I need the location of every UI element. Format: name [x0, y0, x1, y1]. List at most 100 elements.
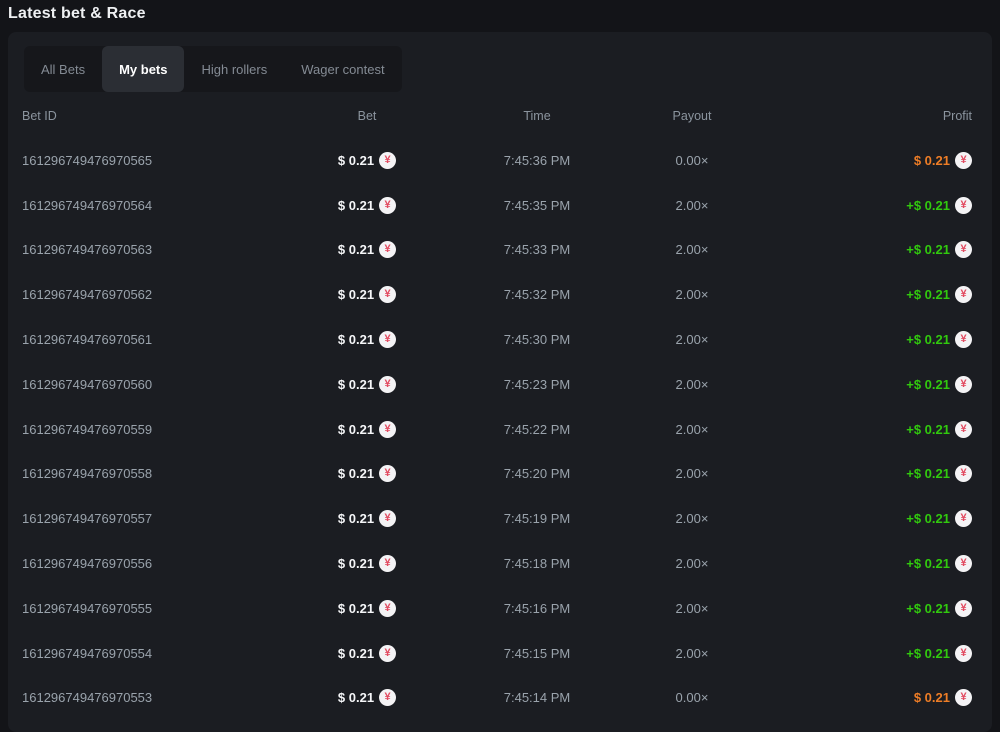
yen-coin-icon: ¥: [379, 465, 396, 482]
yen-coin-icon: ¥: [955, 241, 972, 258]
yen-coin-icon: ¥: [379, 555, 396, 572]
profit-amount: +$ 0.21: [906, 198, 950, 213]
bet-amount-cell: $ 0.21¥: [292, 465, 442, 482]
column-header-bet: Bet: [292, 109, 442, 123]
yen-coin-icon: ¥: [955, 421, 972, 438]
table-row[interactable]: 161296749476970562$ 0.21¥7:45:32 PM2.00×…: [22, 272, 972, 317]
bet-amount-cell: $ 0.21¥: [292, 510, 442, 527]
bet-id-cell: 161296749476970558: [22, 466, 292, 481]
table-row[interactable]: 161296749476970565$ 0.21¥7:45:36 PM0.00×…: [22, 138, 972, 183]
bet-amount: $ 0.21: [338, 153, 374, 168]
yen-coin-icon: ¥: [379, 376, 396, 393]
bet-amount: $ 0.21: [338, 287, 374, 302]
yen-coin-icon: ¥: [379, 645, 396, 662]
profit-amount: +$ 0.21: [906, 377, 950, 392]
table-header-row: Bet ID Bet Time Payout Profit: [22, 94, 972, 138]
time-cell: 7:45:33 PM: [442, 242, 632, 257]
yen-coin-icon: ¥: [955, 645, 972, 662]
latest-bet-panel: All BetsMy betsHigh rollersWager contest…: [8, 32, 992, 732]
bet-amount: $ 0.21: [338, 646, 374, 661]
table-row[interactable]: 161296749476970560$ 0.21¥7:45:23 PM2.00×…: [22, 362, 972, 407]
bet-amount-cell: $ 0.21¥: [292, 152, 442, 169]
table-row[interactable]: 161296749476970558$ 0.21¥7:45:20 PM2.00×…: [22, 452, 972, 497]
payout-cell: 2.00×: [632, 646, 752, 661]
time-cell: 7:45:22 PM: [442, 422, 632, 437]
yen-coin-icon: ¥: [955, 286, 972, 303]
yen-coin-icon: ¥: [955, 152, 972, 169]
payout-cell: 2.00×: [632, 422, 752, 437]
profit-cell: +$ 0.21 ¥: [752, 421, 972, 438]
bet-id-cell: 161296749476970562: [22, 287, 292, 302]
bet-amount: $ 0.21: [338, 556, 374, 571]
profit-cell: +$ 0.21¥: [752, 331, 972, 348]
time-cell: 7:45:36 PM: [442, 153, 632, 168]
bet-amount-cell: $ 0.21 ¥: [292, 197, 442, 214]
time-cell: 7:45:23 PM: [442, 377, 632, 392]
table-row[interactable]: 161296749476970555$ 0.21¥7:45:16 PM2.00×…: [22, 586, 972, 631]
yen-coin-icon: ¥: [379, 600, 396, 617]
yen-coin-icon: ¥: [955, 510, 972, 527]
table-row[interactable]: 161296749476970556 $ 0.21 ¥7:45:18 PM2.00×…: [22, 541, 972, 586]
time-cell: 7:45:18 PM: [442, 556, 632, 571]
tab-all-bets[interactable]: All Bets: [24, 46, 102, 92]
time-cell: 7:45:35 PM: [442, 198, 632, 213]
bet-amount: $ 0.21: [338, 511, 374, 526]
bet-amount-cell: $ 0.21¥: [292, 241, 442, 258]
tab-high-rollers[interactable]: High rollers: [184, 46, 284, 92]
table-row[interactable]: 161296749476970554$ 0.21¥7:45:15 PM2.00×…: [22, 631, 972, 676]
bet-amount: $ 0.21: [338, 377, 374, 392]
profit-cell: +$ 0.21 ¥: [752, 555, 972, 572]
yen-coin-icon: ¥: [955, 465, 972, 482]
column-header-payout: Payout: [632, 109, 752, 123]
table-row[interactable]: 161296749476970557$ 0.21¥7:45:19 PM2.00×…: [22, 496, 972, 541]
column-header-bet-id: Bet ID: [22, 109, 292, 123]
profit-cell: +$ 0.21¥: [752, 376, 972, 393]
yen-coin-icon: ¥: [955, 555, 972, 572]
profit-amount: +$ 0.21: [906, 556, 950, 571]
bet-amount: $ 0.21: [338, 422, 374, 437]
tab-my-bets[interactable]: My bets: [102, 46, 184, 92]
yen-coin-icon: ¥: [379, 331, 396, 348]
bet-id-cell: 161296749476970559: [22, 422, 292, 437]
table-row[interactable]: 161296749476970563$ 0.21¥7:45:33 PM2.00×…: [22, 228, 972, 273]
profit-amount: +$ 0.21: [906, 646, 950, 661]
profit-amount: +$ 0.21: [906, 422, 950, 437]
bet-amount-cell: $ 0.21 ¥: [292, 286, 442, 303]
profit-amount: +$ 0.21: [906, 466, 950, 481]
bet-id-cell: 161296749476970554: [22, 646, 292, 661]
bet-id-cell: 161296749476970557: [22, 511, 292, 526]
yen-coin-icon: ¥: [955, 331, 972, 348]
bet-id-cell: 161296749476970556: [22, 556, 292, 571]
yen-coin-icon: ¥: [379, 421, 396, 438]
table-row[interactable]: 161296749476970561$ 0.21¥7:45:30 PM2.00×…: [22, 317, 972, 362]
yen-coin-icon: ¥: [955, 197, 972, 214]
payout-cell: 2.00×: [632, 377, 752, 392]
payout-cell: 2.00×: [632, 556, 752, 571]
yen-coin-icon: ¥: [955, 600, 972, 617]
bet-amount-cell: $ 0.21 ¥: [292, 555, 442, 572]
page-title: Latest bet & Race: [0, 0, 1000, 27]
bet-id-cell: 161296749476970555: [22, 601, 292, 616]
profit-cell: $ 0.21¥: [752, 152, 972, 169]
yen-coin-icon: ¥: [379, 197, 396, 214]
table-row[interactable]: 161296749476970564$ 0.21¥7:45:35 PM2.00×…: [22, 183, 972, 228]
table-row[interactable]: 161296749476970559 $ 0.21 ¥7:45:22 PM2.00×…: [22, 407, 972, 452]
payout-cell: 2.00×: [632, 511, 752, 526]
profit-cell: +$ 0.21 ¥: [752, 465, 972, 482]
profit-amount: +$ 0.21: [906, 601, 950, 616]
tab-wager-contest[interactable]: Wager contest: [284, 46, 401, 92]
profit-amount: +$ 0.21: [906, 287, 950, 302]
payout-cell: 2.00×: [632, 332, 752, 347]
bets-table-body: 161296749476970565$ 0.21¥7:45:36 PM0.00×…: [22, 138, 972, 720]
bet-amount: $ 0.21: [338, 198, 374, 213]
bets-tabbar: All BetsMy betsHigh rollersWager contest: [24, 46, 402, 92]
bet-id-cell: 161296749476970563: [22, 242, 292, 257]
payout-cell: 2.00×: [632, 242, 752, 257]
profit-amount: +$ 0.21: [906, 242, 950, 257]
profit-cell: +$ 0.21 ¥: [752, 600, 972, 617]
bet-amount-cell: $ 0.21 ¥: [292, 376, 442, 393]
profit-cell: +$ 0.21 ¥: [752, 645, 972, 662]
yen-coin-icon: ¥: [379, 286, 396, 303]
payout-cell: 2.00×: [632, 601, 752, 616]
column-header-time: Time: [442, 109, 632, 123]
